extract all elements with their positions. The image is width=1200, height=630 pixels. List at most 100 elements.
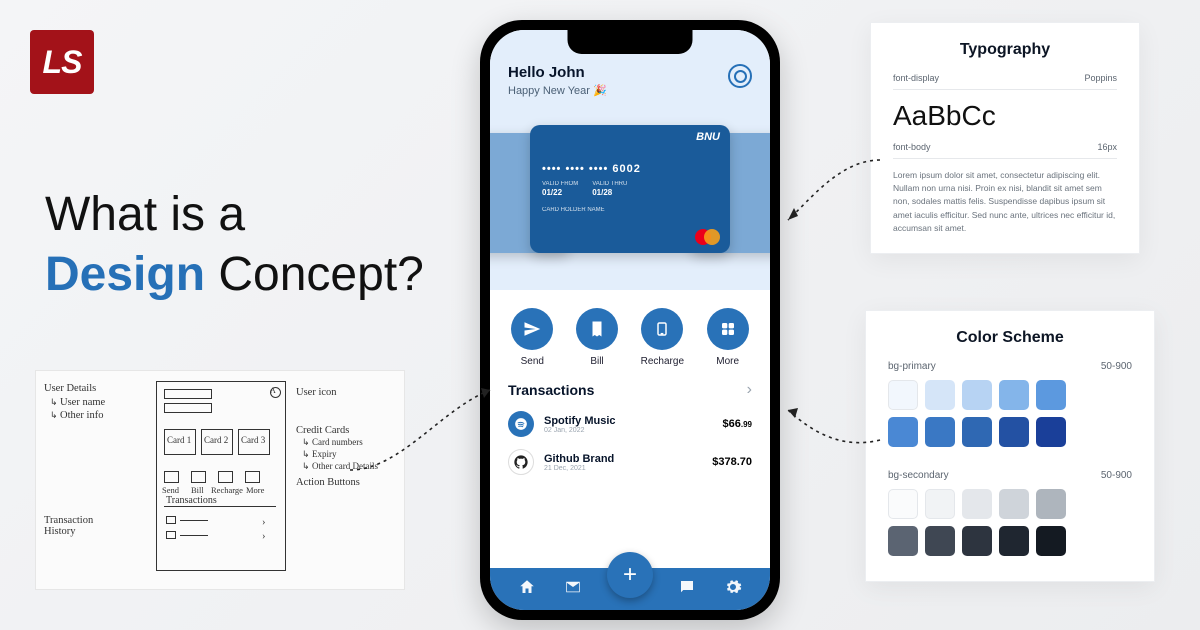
card-valid-from: 01/22 [542,188,578,197]
add-button[interactable]: + [607,552,653,598]
typography-title: Typography [893,41,1117,59]
palette-label: bg-primary [888,361,936,372]
chevron-right-icon[interactable]: › [747,381,752,399]
bill-button[interactable]: Bill [576,308,618,367]
card-number: •••• •••• •••• 6002 [542,163,718,175]
color-swatch[interactable] [925,417,955,447]
sub-greeting: Happy New Year 🎉 [508,84,752,97]
swatch-row [888,489,1132,519]
transactions-title: Transactions [508,382,594,398]
color-swatch[interactable] [999,489,1029,519]
sketch-label: Card 2 [204,435,228,445]
sketch-label: Card 1 [167,435,191,445]
action-label: Recharge [641,356,684,367]
avatar-icon[interactable] [728,64,752,88]
home-icon[interactable] [518,578,536,601]
sketch-label: Recharge [211,485,243,495]
sketch-label: Transactions [166,495,217,506]
sketch-label: Expiry [312,449,337,459]
sketch-label: Card 3 [241,435,265,445]
transaction-row[interactable]: Spotify Music02 Jan, 2022 $66.99 [508,411,752,437]
color-swatch[interactable] [1036,417,1066,447]
spotify-icon [508,411,534,437]
meta-value: Poppins [1084,73,1117,83]
palette-range: 50-900 [1101,470,1132,481]
headline-accent: Design [45,248,205,301]
swatch-row [888,380,1132,410]
color-swatch[interactable] [888,417,918,447]
color-swatch[interactable] [1036,526,1066,556]
card-label: VALID FROM [542,181,578,187]
color-scheme-panel: Color Scheme bg-primary50-900 bg-seconda… [865,310,1155,582]
card-carousel[interactable]: 6838 01/25 VISA 01/2 HOLDE BNU •••• ••••… [490,125,770,285]
more-icon [707,308,749,350]
color-swatch[interactable] [888,489,918,519]
wireframe-sketch: A User Details ↳ User name ↳ Other info … [35,370,405,590]
color-swatch[interactable] [962,380,992,410]
card-brand: BNU [696,131,720,143]
sketch-label: Credit Cards [296,425,349,436]
chat-icon[interactable] [678,578,696,601]
color-swatch[interactable] [1036,380,1066,410]
typography-panel: Typography font-displayPoppins AaBbCc fo… [870,22,1140,254]
transaction-row[interactable]: Github Brand21 Dec, 2021 $378.70 [508,449,752,475]
headline-post: Concept? [218,248,423,301]
page-title: What is a Design Concept? [45,185,424,305]
github-icon [508,449,534,475]
card-label: VALID THRU [592,181,627,187]
greeting: Hello John [508,64,752,81]
color-swatch[interactable] [888,526,918,556]
brand-logo: LS [30,30,94,94]
action-label: Send [511,356,553,367]
sketch-label: User name [60,397,105,408]
transaction-amount: $66.99 [723,418,752,430]
credit-card-front[interactable]: BNU •••• •••• •••• 6002 VALID FROM01/22 … [530,125,730,253]
transaction-name: Github Brand [544,453,614,465]
transaction-amount: $378.70 [712,456,752,468]
sketch-label: More [246,485,264,495]
color-swatch[interactable] [999,526,1029,556]
palette-range: 50-900 [1101,361,1132,372]
swatch-row [888,417,1132,447]
color-swatch[interactable] [999,380,1029,410]
sketch-label: Action Buttons [296,477,360,488]
meta-value: 16px [1097,142,1117,152]
brand-logo-text: LS [43,44,82,81]
transaction-date: 02 Jan, 2022 [544,427,616,434]
color-swatch[interactable] [925,489,955,519]
sketch-label: Transaction History [44,515,93,537]
recharge-button[interactable]: Recharge [641,308,684,367]
more-button[interactable]: More [707,308,749,367]
color-swatch[interactable] [999,417,1029,447]
color-swatch[interactable] [925,526,955,556]
sketch-label: Other card Details [312,461,378,471]
color-swatch[interactable] [962,489,992,519]
typography-lorem: Lorem ipsum dolor sit amet, consectetur … [893,169,1117,235]
sketch-label: User Details [44,383,96,394]
sketch-label: User icon [296,387,337,398]
typography-sample: AaBbCc [893,100,1117,132]
sketch-label: Send [162,485,179,495]
card-holder-label: CARD HOLDER NAME [542,207,718,213]
settings-icon[interactable] [724,578,742,601]
color-swatch[interactable] [1036,489,1066,519]
recharge-icon [641,308,683,350]
sketch-label: Card numbers [312,437,363,447]
color-swatch[interactable] [925,380,955,410]
action-label: More [707,356,749,367]
card-valid-thru: 01/28 [592,188,627,197]
action-row: Send Bill Recharge More [490,290,770,373]
meta-label: font-body [893,142,931,152]
send-icon [511,308,553,350]
bill-icon [576,308,618,350]
mastercard-icon [695,229,720,245]
action-label: Bill [576,356,618,367]
send-button[interactable]: Send [511,308,553,367]
color-swatch[interactable] [888,380,918,410]
transaction-date: 21 Dec, 2021 [544,465,614,472]
color-swatch[interactable] [962,526,992,556]
sketch-label: Other info [60,410,103,421]
mail-icon[interactable] [564,578,582,601]
color-title: Color Scheme [888,329,1132,347]
color-swatch[interactable] [962,417,992,447]
